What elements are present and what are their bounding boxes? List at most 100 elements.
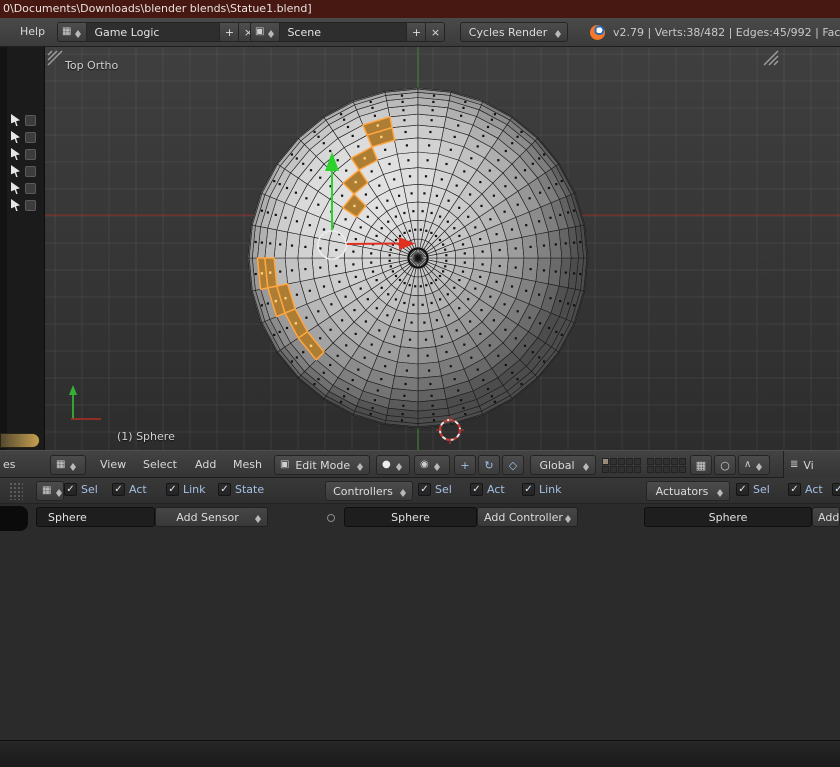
viewport-3d[interactable]: Top Ortho (1) Sphere xyxy=(45,47,840,450)
checkbox-check-icon: ✓ xyxy=(64,483,77,496)
mode-dropdown[interactable]: ▣ Edit Mode xyxy=(274,455,370,475)
tool-slot-icon[interactable] xyxy=(25,200,36,211)
scene-name[interactable]: Scene xyxy=(280,23,407,41)
tool-slot-icon[interactable] xyxy=(25,183,36,194)
cursor-arrow-icon[interactable] xyxy=(11,114,20,126)
layers-group-a[interactable] xyxy=(602,458,641,473)
sensors-sel-checkbox[interactable]: ✓ Sel xyxy=(64,483,98,496)
bottom-collapsed-region[interactable] xyxy=(0,740,840,767)
render-engine-dropdown[interactable]: Cycles Render xyxy=(460,22,568,42)
editor-type-dropdown[interactable]: ▦ xyxy=(50,455,86,475)
screen-layout-add-button[interactable]: + xyxy=(220,23,238,41)
add-sensor-button[interactable]: Add Sensor xyxy=(155,507,268,527)
controllers-link-checkbox[interactable]: ✓ Link xyxy=(522,483,562,496)
menu-view[interactable]: View xyxy=(100,458,126,471)
logic-editor-header: ▦ ✓ Sel ✓ Act ✓ Link ✓ State Controllers… xyxy=(0,478,840,504)
layer-toggle[interactable] xyxy=(671,466,678,473)
layer-toggle[interactable] xyxy=(610,458,617,465)
orientation-dropdown[interactable]: Global xyxy=(530,455,596,475)
layer-toggle[interactable] xyxy=(679,458,686,465)
checkbox-check-icon: ✓ xyxy=(166,483,179,496)
actuators-act-checkbox[interactable]: ✓ Act xyxy=(788,483,823,496)
manipulator-translate-button[interactable]: + xyxy=(454,455,476,475)
add-controller-button[interactable]: Add Controller xyxy=(477,507,578,527)
sensors-filter-dropdown[interactable]: ▦ xyxy=(36,481,64,501)
layer-toggle[interactable] xyxy=(647,458,654,465)
tool-icon-column xyxy=(0,109,45,211)
add-actuator-button-cut[interactable]: Add xyxy=(812,507,840,527)
layer-toggle[interactable] xyxy=(634,466,641,473)
layer-toggle[interactable] xyxy=(626,466,633,473)
cursor-arrow-icon[interactable] xyxy=(11,165,20,177)
tool-slot-icon[interactable] xyxy=(25,115,36,126)
layer-toggle[interactable] xyxy=(663,466,670,473)
logic-link-socket[interactable] xyxy=(327,514,335,522)
controllers-sel-checkbox[interactable]: ✓ Sel xyxy=(418,483,452,496)
manipulator-scale-button[interactable]: ◇ xyxy=(502,455,524,475)
cursor-arrow-icon[interactable] xyxy=(11,148,20,160)
tool-slot-icon[interactable] xyxy=(25,149,36,160)
menu-select[interactable]: Select xyxy=(143,458,177,471)
tool-row xyxy=(11,199,45,211)
controllers-act-checkbox[interactable]: ✓ Act xyxy=(470,483,505,496)
window-title-bar: 0\Documents\Downloads\blender blends\Sta… xyxy=(0,0,840,18)
updown-arrows-icon xyxy=(74,26,82,39)
layer-toggle[interactable] xyxy=(602,466,609,473)
actuators-sel-checkbox[interactable]: ✓ Sel xyxy=(736,483,770,496)
scene-selector[interactable]: ▣ Scene + × xyxy=(250,22,445,42)
scene-close-button[interactable]: × xyxy=(425,23,444,41)
tool-slot-icon[interactable] xyxy=(25,132,36,143)
screen-layout-browse[interactable]: ▦ xyxy=(58,23,87,41)
scene-add-button[interactable]: + xyxy=(407,23,425,41)
screen-layout-name[interactable]: Game Logic xyxy=(87,23,220,41)
shading-dropdown[interactable]: ● xyxy=(376,455,410,475)
layer-toggle[interactable] xyxy=(655,458,662,465)
falloff-dropdown[interactable]: ∧ xyxy=(738,455,770,475)
actuators-link-checkbox-cut[interactable]: ✓ xyxy=(832,483,840,496)
sensors-object-button[interactable]: Sphere xyxy=(36,507,155,527)
viewport-left-strip xyxy=(0,47,45,450)
layer-toggle[interactable] xyxy=(663,458,670,465)
cursor-arrow-icon[interactable] xyxy=(11,131,20,143)
actuators-object-button[interactable]: Sphere xyxy=(644,507,812,527)
sensors-link-checkbox[interactable]: ✓ Link xyxy=(166,483,206,496)
controllers-filter-dropdown[interactable]: Controllers xyxy=(325,481,413,501)
sensors-act-checkbox[interactable]: ✓ Act xyxy=(112,483,147,496)
menu-mesh[interactable]: Mesh xyxy=(233,458,262,471)
tool-slot-icon[interactable] xyxy=(25,166,36,177)
help-menu[interactable]: Help xyxy=(20,25,45,38)
layer-toggle[interactable] xyxy=(618,466,625,473)
layer-toggle[interactable] xyxy=(647,466,654,473)
scene-browse[interactable]: ▣ xyxy=(251,23,280,41)
layers-group-b[interactable] xyxy=(647,458,686,473)
cursor-arrow-icon[interactable] xyxy=(11,182,20,194)
region-grip-handle[interactable] xyxy=(9,482,23,500)
screen-layout-selector[interactable]: ▦ Game Logic + × xyxy=(57,22,258,42)
tool-row xyxy=(11,131,45,143)
controllers-object-button[interactable]: Sphere xyxy=(344,507,477,527)
cut-off-menu[interactable]: Vi xyxy=(803,459,813,472)
menu-add[interactable]: Add xyxy=(195,458,216,471)
actuators-filter-dropdown[interactable]: Actuators xyxy=(646,481,730,501)
layer-toggle[interactable] xyxy=(610,466,617,473)
updown-arrows-icon xyxy=(69,459,77,472)
cursor-arrow-icon[interactable] xyxy=(11,199,20,211)
layer-toggle[interactable] xyxy=(634,458,641,465)
sensors-state-checkbox[interactable]: ✓ State xyxy=(218,483,264,496)
proportional-edit-button[interactable]: ○ xyxy=(714,455,736,475)
layer-toggle[interactable] xyxy=(671,458,678,465)
layer-toggle[interactable] xyxy=(626,458,633,465)
toolshelf-collapsed-tab[interactable] xyxy=(0,433,40,448)
collapsed-panel-tab[interactable] xyxy=(0,506,28,531)
checkbox-check-icon: ✓ xyxy=(418,483,431,496)
layer-toggle[interactable] xyxy=(602,458,609,465)
layers-widget[interactable] xyxy=(602,458,686,473)
occlude-geometry-button[interactable]: ▦ xyxy=(690,455,712,475)
manipulator-rotate-button[interactable]: ↻ xyxy=(478,455,500,475)
layer-toggle[interactable] xyxy=(679,466,686,473)
layer-toggle[interactable] xyxy=(618,458,625,465)
layer-toggle[interactable] xyxy=(655,466,662,473)
viewport-canvas[interactable] xyxy=(45,47,840,450)
pivot-dropdown[interactable]: ◉ xyxy=(414,455,450,475)
sensors-icon: ▦ xyxy=(42,486,51,496)
